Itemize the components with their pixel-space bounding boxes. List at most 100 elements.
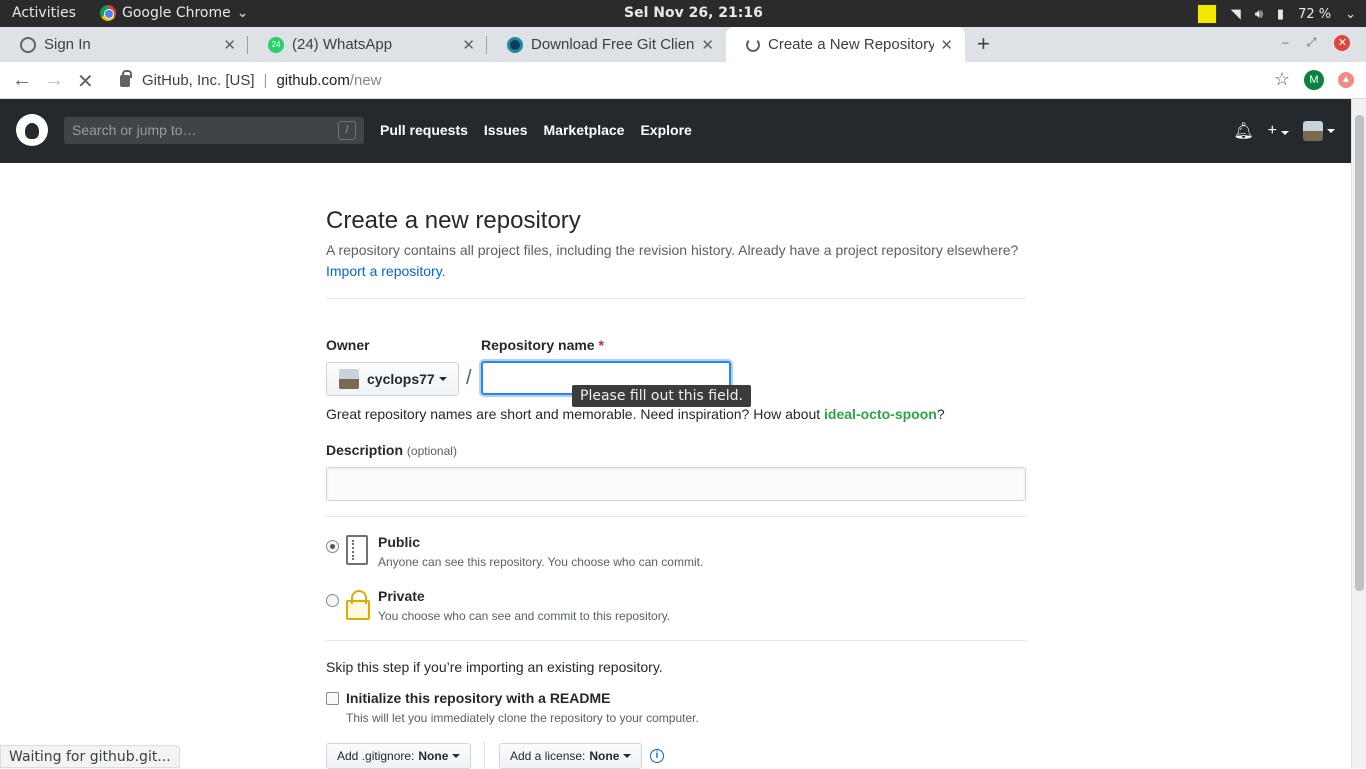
app-name: Google Chrome [122,5,231,21]
nav-pull-requests[interactable]: Pull requests [380,122,468,138]
search-input[interactable]: Search or jump to… / [64,117,364,144]
back-arrow-icon[interactable]: ← [12,69,32,92]
activities-button[interactable]: Activities [12,5,76,21]
divider: | [263,72,268,89]
chrome-icon [100,5,116,21]
validation-tooltip: Please fill out this field. [572,385,751,407]
profile-avatar[interactable]: M [1304,69,1324,90]
page-subhead: A repository contains all project files,… [326,240,1046,282]
public-radio[interactable] [326,540,339,553]
whatsapp-icon: 24 [268,36,284,53]
os-top-bar: Activities Google Chrome ⌄ Sel Nov 26, 2… [0,0,1366,27]
repo-book-icon [346,535,368,565]
tab-create-repository[interactable]: Create a New Repository ✕ [726,27,965,62]
bookmark-star-icon[interactable]: ☆ [1274,69,1290,90]
readme-title[interactable]: Initialize this repository with a README [346,690,610,706]
divider [326,640,1026,641]
search-placeholder: Search or jump to… [72,122,197,138]
status-bubble: Waiting for github.git... [0,745,180,768]
new-tab-button[interactable]: + [977,31,990,57]
name-suggestion[interactable]: ideal-octo-spoon [824,406,937,422]
window-close-icon[interactable]: ✕ [1334,35,1351,51]
description-label-text: Description [326,442,404,458]
caret-down-icon [438,377,447,381]
chevron-down-icon: ⌄ [1345,6,1356,22]
extension-icon[interactable]: ▲ [1338,71,1354,88]
owner-repo-separator: / [466,367,472,389]
private-radio[interactable] [326,594,339,607]
minimize-icon[interactable]: – [1282,35,1289,51]
info-icon[interactable]: i [650,749,664,763]
avatar [1303,121,1323,141]
caret-down-icon [623,754,632,758]
license-value: None [589,749,620,763]
system-tray[interactable]: ◥ 🔊︎ ▮ 72 % ⌄ [1196,4,1356,24]
chevron-down-icon: ⌄ [236,5,249,21]
header-nav: Pull requests Issues Marketplace Explore [380,122,692,138]
url-host: github.com [276,72,350,89]
bell-icon[interactable]: 🔔︎ [1233,121,1253,141]
public-note: Anyone can see this repository. You choo… [378,555,704,569]
gitignore-label: Add .gitignore: [337,749,415,763]
description-input[interactable] [326,467,1026,501]
license-select[interactable]: Add a license: None [499,743,643,769]
divider [484,741,485,769]
url-path: /new [349,72,382,89]
wifi-icon: ◥ [1230,6,1241,22]
readme-checkbox[interactable] [326,692,339,705]
tab-title: (24) WhatsApp [292,36,393,53]
owner-select[interactable]: cyclops77 [326,362,459,396]
hint-suffix: ? [936,406,945,422]
caret-down-icon [1327,129,1335,133]
tab-strip: Sign In ✕ 24 (24) WhatsApp ✕ Download Fr… [0,27,1366,62]
loading-icon [746,37,760,52]
nav-explore[interactable]: Explore [640,122,691,138]
tab-sign-in[interactable]: Sign In ✕ [0,27,248,62]
caret-down-icon [1281,131,1289,135]
close-icon[interactable]: ✕ [940,36,953,54]
avatar [339,369,359,389]
github-octocat-logo-icon[interactable] [16,114,48,146]
stop-loading-icon[interactable]: ✕ [77,69,94,94]
nav-issues[interactable]: Issues [484,122,528,138]
maximize-icon[interactable]: ⤢ [1307,35,1317,51]
public-title[interactable]: Public [378,534,420,550]
optional-tag: (optional) [406,444,457,458]
lock-icon [346,590,370,620]
required-marker: * [598,337,604,353]
page-scrollbar[interactable] [1351,99,1366,768]
page-title: Create a new repository [326,207,581,234]
site-identity: GitHub, Inc. [US] [142,72,255,89]
header-actions: 🔔︎ + [1233,121,1335,141]
close-icon[interactable]: ✕ [701,36,714,54]
caret-down-icon [452,754,461,758]
description-label: Description (optional) [326,442,457,458]
address-bar[interactable]: GitHub, Inc. [US] | github.com /new [110,66,1290,95]
tab-title: Create a New Repository [768,36,935,53]
window-controls: – ⤢ ✕ [1282,35,1351,51]
app-menu[interactable]: Google Chrome ⌄ [100,5,248,21]
clock[interactable]: Sel Nov 26, 21:16 [624,5,763,21]
gitignore-select[interactable]: Add .gitignore: None [326,743,472,769]
license-label: Add a license: [510,749,586,763]
globe-icon [20,36,36,53]
create-new-menu[interactable]: + [1268,122,1289,140]
tab-git-client[interactable]: Download Free Git Client ✕ [487,27,726,62]
private-title[interactable]: Private [378,588,425,604]
owner-label: Owner [326,337,370,353]
user-menu[interactable] [1303,121,1335,141]
nav-marketplace[interactable]: Marketplace [544,122,625,138]
notes-indicator-icon[interactable] [1196,4,1217,24]
lock-icon [120,69,132,87]
close-icon[interactable]: ✕ [462,36,475,54]
repository-name-label-text: Repository name [481,337,595,353]
close-icon[interactable]: ✕ [223,36,236,54]
owner-value: cyclops77 [367,371,435,387]
scrollbar-thumb[interactable] [1355,115,1364,591]
git-client-icon [507,36,523,53]
import-repository-link[interactable]: Import a repository. [326,263,446,279]
volume-icon: 🔊︎ [1254,6,1263,22]
gitignore-value: None [418,749,449,763]
forward-arrow-icon[interactable]: → [44,69,64,92]
tab-whatsapp[interactable]: 24 (24) WhatsApp ✕ [248,27,487,62]
